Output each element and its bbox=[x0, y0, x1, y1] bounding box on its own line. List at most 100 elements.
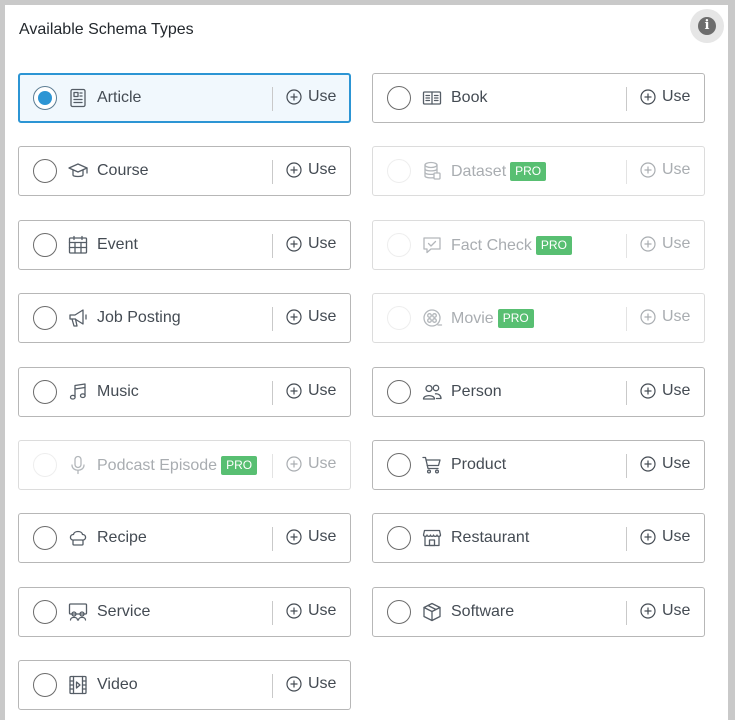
schema-type-label: Article bbox=[97, 89, 141, 107]
radio-button[interactable] bbox=[33, 380, 57, 404]
schema-card-course[interactable]: Course Use bbox=[18, 146, 351, 196]
radio-button[interactable] bbox=[387, 86, 411, 110]
plus-circle-icon bbox=[286, 89, 302, 105]
schema-type-name: Article bbox=[97, 89, 142, 106]
plus-circle-icon bbox=[286, 529, 302, 545]
use-button[interactable]: Use bbox=[286, 602, 336, 620]
plus-circle-icon bbox=[640, 456, 656, 472]
music-note-icon bbox=[67, 381, 89, 403]
use-label: Use bbox=[662, 528, 691, 545]
divider bbox=[272, 381, 273, 405]
use-label: Use bbox=[308, 161, 337, 178]
schema-card-restaurant[interactable]: Restaurant Use bbox=[372, 513, 705, 563]
schema-type-label: Course bbox=[97, 162, 149, 180]
use-label: Use bbox=[662, 235, 691, 252]
schema-type-label: Fact Check PRO bbox=[451, 236, 572, 255]
article-icon bbox=[67, 87, 89, 109]
schema-type-name: Music bbox=[97, 383, 139, 400]
plus-circle-icon bbox=[286, 603, 302, 619]
schema-type-name: Restaurant bbox=[451, 529, 530, 546]
use-button[interactable]: Use bbox=[286, 382, 336, 400]
radio-button[interactable] bbox=[33, 86, 57, 110]
use-button[interactable]: Use bbox=[286, 528, 336, 546]
schema-card-music[interactable]: Music Use bbox=[18, 367, 351, 417]
schema-type-name: Video bbox=[97, 676, 138, 693]
plus-circle-icon bbox=[640, 89, 656, 105]
use-button[interactable]: Use bbox=[640, 88, 690, 106]
schema-type-label: Music bbox=[97, 383, 139, 401]
pro-badge: PRO bbox=[510, 162, 547, 181]
radio-button[interactable] bbox=[33, 306, 57, 330]
plus-circle-icon bbox=[640, 309, 656, 325]
radio-button[interactable] bbox=[33, 233, 57, 257]
schema-type-label: Dataset PRO bbox=[451, 162, 547, 181]
use-label: Use bbox=[308, 88, 337, 105]
graduation-cap-icon bbox=[67, 160, 89, 182]
radio-button bbox=[33, 453, 57, 477]
schema-card-service[interactable]: Service Use bbox=[18, 587, 351, 637]
plus-circle-icon bbox=[286, 676, 302, 692]
service-icon bbox=[67, 601, 89, 623]
schema-type-name: Service bbox=[97, 603, 151, 620]
schema-card-book[interactable]: Book Use bbox=[372, 73, 705, 123]
use-label: Use bbox=[308, 602, 337, 619]
schema-type-label: Event bbox=[97, 236, 138, 254]
divider bbox=[272, 307, 273, 331]
use-button: Use bbox=[286, 455, 336, 473]
radio-button[interactable] bbox=[387, 453, 411, 477]
schema-type-label: Software bbox=[451, 603, 514, 621]
schema-card-event[interactable]: Event Use bbox=[18, 220, 351, 270]
use-button[interactable]: Use bbox=[640, 602, 690, 620]
use-button: Use bbox=[640, 235, 690, 253]
schema-card-recipe[interactable]: Recipe Use bbox=[18, 513, 351, 563]
use-button[interactable]: Use bbox=[640, 382, 690, 400]
calendar-icon bbox=[67, 234, 89, 256]
radio-button[interactable] bbox=[33, 526, 57, 550]
schema-type-name: Dataset bbox=[451, 162, 507, 180]
schema-card-product[interactable]: Product Use bbox=[372, 440, 705, 490]
radio-button bbox=[387, 159, 411, 183]
schema-type-label: Job Posting bbox=[97, 309, 181, 327]
plus-circle-icon bbox=[286, 309, 302, 325]
schema-type-label: Video bbox=[97, 676, 138, 694]
schema-card-video[interactable]: Video Use bbox=[18, 660, 351, 710]
divider bbox=[626, 160, 627, 184]
schema-type-label: Book bbox=[451, 89, 487, 107]
schema-card-job-posting[interactable]: Job Posting Use bbox=[18, 293, 351, 343]
book-icon bbox=[421, 87, 443, 109]
schema-card-movie: Movie PRO Use bbox=[372, 293, 705, 343]
radio-button[interactable] bbox=[33, 673, 57, 697]
plus-circle-icon bbox=[286, 236, 302, 252]
use-button[interactable]: Use bbox=[286, 675, 336, 693]
schema-card-podcast-episode: Podcast Episode PRO Use bbox=[18, 440, 351, 490]
use-label: Use bbox=[662, 161, 691, 178]
schema-card-software[interactable]: Software Use bbox=[372, 587, 705, 637]
info-button[interactable]: i bbox=[690, 9, 724, 43]
use-button[interactable]: Use bbox=[286, 308, 336, 326]
radio-button[interactable] bbox=[33, 600, 57, 624]
use-button[interactable]: Use bbox=[640, 528, 690, 546]
schema-card-article[interactable]: Article Use bbox=[18, 73, 351, 123]
schema-card-dataset: Dataset PRO Use bbox=[372, 146, 705, 196]
people-icon bbox=[421, 381, 443, 403]
use-button[interactable]: Use bbox=[640, 455, 690, 473]
use-button[interactable]: Use bbox=[286, 235, 336, 253]
divider bbox=[272, 454, 273, 478]
use-label: Use bbox=[308, 675, 337, 692]
schema-type-name: Event bbox=[97, 236, 138, 253]
radio-button[interactable] bbox=[387, 380, 411, 404]
schema-type-label: Product bbox=[451, 456, 506, 474]
radio-button[interactable] bbox=[387, 600, 411, 624]
use-button[interactable]: Use bbox=[286, 88, 336, 106]
divider bbox=[272, 674, 273, 698]
divider bbox=[272, 87, 273, 111]
use-label: Use bbox=[308, 455, 337, 472]
use-button[interactable]: Use bbox=[286, 161, 336, 179]
schema-type-name: Course bbox=[97, 162, 149, 179]
schema-card-person[interactable]: Person Use bbox=[372, 367, 705, 417]
schema-type-name: Fact Check bbox=[451, 236, 532, 254]
schema-type-name: Person bbox=[451, 383, 502, 400]
radio-button[interactable] bbox=[33, 159, 57, 183]
divider bbox=[626, 527, 627, 551]
radio-button[interactable] bbox=[387, 526, 411, 550]
